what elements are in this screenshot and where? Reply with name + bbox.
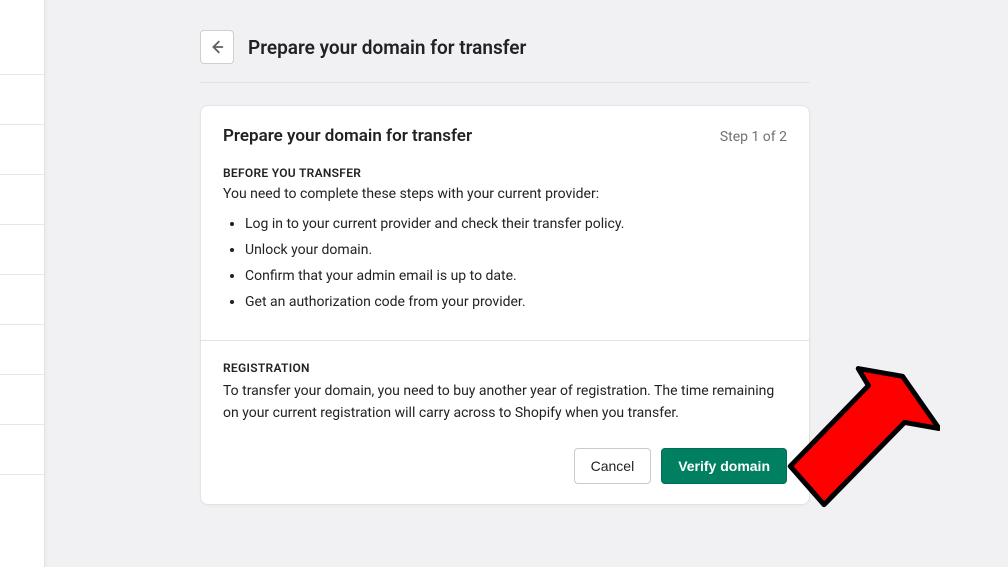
step-indicator: Step 1 of 2	[720, 129, 787, 145]
sidebar-item[interactable]	[0, 275, 44, 325]
before-label: BEFORE YOU TRANSFER	[223, 166, 787, 180]
sidebar-edge	[0, 0, 45, 567]
list-item: Unlock your domain.	[245, 242, 787, 258]
sidebar-item[interactable]	[0, 75, 44, 125]
card-title: Prepare your domain for transfer	[223, 126, 472, 146]
cancel-button[interactable]: Cancel	[574, 448, 652, 484]
sidebar-item[interactable]	[0, 375, 44, 425]
verify-domain-button[interactable]: Verify domain	[661, 448, 787, 484]
card-registration-section: REGISTRATION To transfer your domain, yo…	[201, 341, 809, 504]
before-steps-list: Log in to your current provider and chec…	[223, 216, 787, 310]
sidebar-item[interactable]	[0, 425, 44, 475]
list-item: Log in to your current provider and chec…	[245, 216, 787, 232]
before-intro: You need to complete these steps with yo…	[223, 186, 787, 202]
button-row: Cancel Verify domain	[223, 448, 787, 484]
transfer-card: Prepare your domain for transfer Step 1 …	[200, 105, 810, 505]
sidebar-item[interactable]	[0, 325, 44, 375]
card-before-section: Prepare your domain for transfer Step 1 …	[201, 106, 809, 341]
registration-text: To transfer your domain, you need to buy…	[223, 381, 787, 424]
page-header: Prepare your domain for transfer	[200, 30, 810, 83]
sidebar-item[interactable]	[0, 225, 44, 275]
list-item: Confirm that your admin email is up to d…	[245, 268, 787, 284]
registration-label: REGISTRATION	[223, 361, 787, 375]
list-item: Get an authorization code from your prov…	[245, 294, 787, 310]
sidebar-item[interactable]	[0, 175, 44, 225]
arrow-left-icon	[208, 38, 226, 56]
back-button[interactable]	[200, 30, 234, 64]
main-content: Prepare your domain for transfer Prepare…	[200, 30, 810, 505]
sidebar-item[interactable]	[0, 125, 44, 175]
page-title: Prepare your domain for transfer	[248, 36, 526, 59]
sidebar-item[interactable]	[0, 0, 44, 75]
